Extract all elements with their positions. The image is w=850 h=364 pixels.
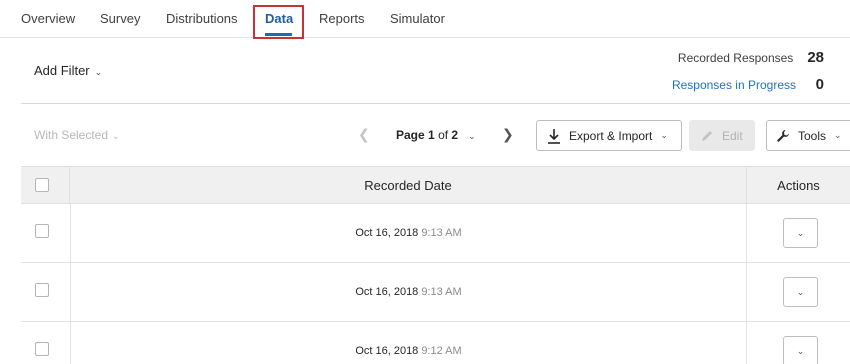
export-import-button[interactable]: Export & Import ⌄ <box>536 120 682 151</box>
add-filter-label: Add Filter <box>34 63 90 78</box>
responses-in-progress-link[interactable]: Responses in Progress <box>672 78 796 92</box>
pencil-icon <box>702 130 712 141</box>
recorded-time: 9:12 AM <box>421 345 462 357</box>
chevron-down-icon: ⌄ <box>796 287 805 297</box>
page-current: 1 <box>428 128 435 142</box>
row-checkbox[interactable] <box>35 342 49 356</box>
row-checkbox[interactable] <box>35 283 49 297</box>
top-nav: Overview Survey Distributions Data Repor… <box>0 0 850 39</box>
column-header-actions: Actions <box>777 178 820 193</box>
divider <box>21 103 850 104</box>
recorded-date: Oct 16, 2018 <box>355 227 419 239</box>
tab-distributions[interactable]: Distributions <box>166 11 238 26</box>
add-filter-button[interactable]: Add Filter ⌄ <box>34 63 102 78</box>
table-row: Oct 16, 2018 9:13 AM ⌄ <box>21 204 850 263</box>
page-of: of <box>438 128 449 142</box>
recorded-responses-label: Recorded Responses <box>677 50 794 65</box>
recorded-responses-stat: Recorded Responses 28 <box>678 49 824 66</box>
table-header: Recorded Date Actions <box>21 166 850 204</box>
row-checkbox[interactable] <box>35 224 49 238</box>
recorded-time: 9:13 AM <box>421 286 462 298</box>
previous-page-button[interactable]: ❮ <box>358 126 370 143</box>
table-row: Oct 16, 2018 9:13 AM ⌄ <box>21 263 850 322</box>
tools-label: Tools <box>798 128 827 143</box>
header-checkbox-cell <box>21 167 70 204</box>
chevron-down-icon: ⌄ <box>94 67 103 77</box>
chevron-down-icon: ⌄ <box>796 346 805 356</box>
tab-highlight-box <box>253 5 304 39</box>
page-selector[interactable]: Page 1 of 2 ⌄ <box>396 128 476 142</box>
chevron-down-icon: ⌄ <box>834 130 842 140</box>
row-actions-button[interactable]: ⌄ <box>783 277 818 307</box>
page-total: 2 <box>451 128 459 142</box>
edit-label: Edit <box>722 128 743 143</box>
tab-overview[interactable]: Overview <box>21 11 75 26</box>
row-actions-button[interactable]: ⌄ <box>783 336 818 364</box>
next-page-button[interactable]: ❯ <box>502 126 514 143</box>
recorded-date-cell: Oct 16, 2018 9:13 AM <box>70 263 747 321</box>
column-header-recorded-date[interactable]: Recorded Date <box>70 167 747 204</box>
recorded-date-cell: Oct 16, 2018 9:13 AM <box>70 204 747 262</box>
with-selected-label: With Selected <box>34 128 109 142</box>
chevron-down-icon: ⌄ <box>112 131 120 141</box>
chevron-down-icon: ⌄ <box>468 131 476 141</box>
select-all-checkbox[interactable] <box>35 178 49 192</box>
responses-in-progress-stat: Responses in Progress 0 <box>672 76 824 93</box>
row-actions-button[interactable]: ⌄ <box>783 218 818 248</box>
chevron-down-icon: ⌄ <box>796 228 805 238</box>
wrench-icon <box>777 129 789 142</box>
recorded-date: Oct 16, 2018 <box>355 286 419 298</box>
recorded-time: 9:13 AM <box>421 227 462 239</box>
recorded-date: Oct 16, 2018 <box>355 345 419 357</box>
edit-button[interactable]: Edit <box>689 120 755 151</box>
tab-reports[interactable]: Reports <box>319 11 365 26</box>
download-icon <box>548 128 560 144</box>
recorded-responses-count: 28 <box>807 49 824 66</box>
responses-table: Recorded Date Actions Oct 16, 2018 9:13 A… <box>21 166 850 364</box>
table-row: Oct 16, 2018 9:12 AM ⌄ <box>21 322 850 364</box>
tools-button[interactable]: Tools ⌄ <box>766 120 850 151</box>
responses-in-progress-count: 0 <box>815 76 824 93</box>
chevron-down-icon: ⌄ <box>660 130 668 140</box>
page-prefix: Page <box>396 128 425 142</box>
export-import-label: Export & Import <box>569 128 653 143</box>
with-selected-dropdown[interactable]: With Selected ⌄ <box>34 128 120 142</box>
tab-survey[interactable]: Survey <box>100 11 140 26</box>
tab-simulator[interactable]: Simulator <box>390 11 445 26</box>
recorded-date-cell: Oct 16, 2018 9:12 AM <box>70 322 747 364</box>
